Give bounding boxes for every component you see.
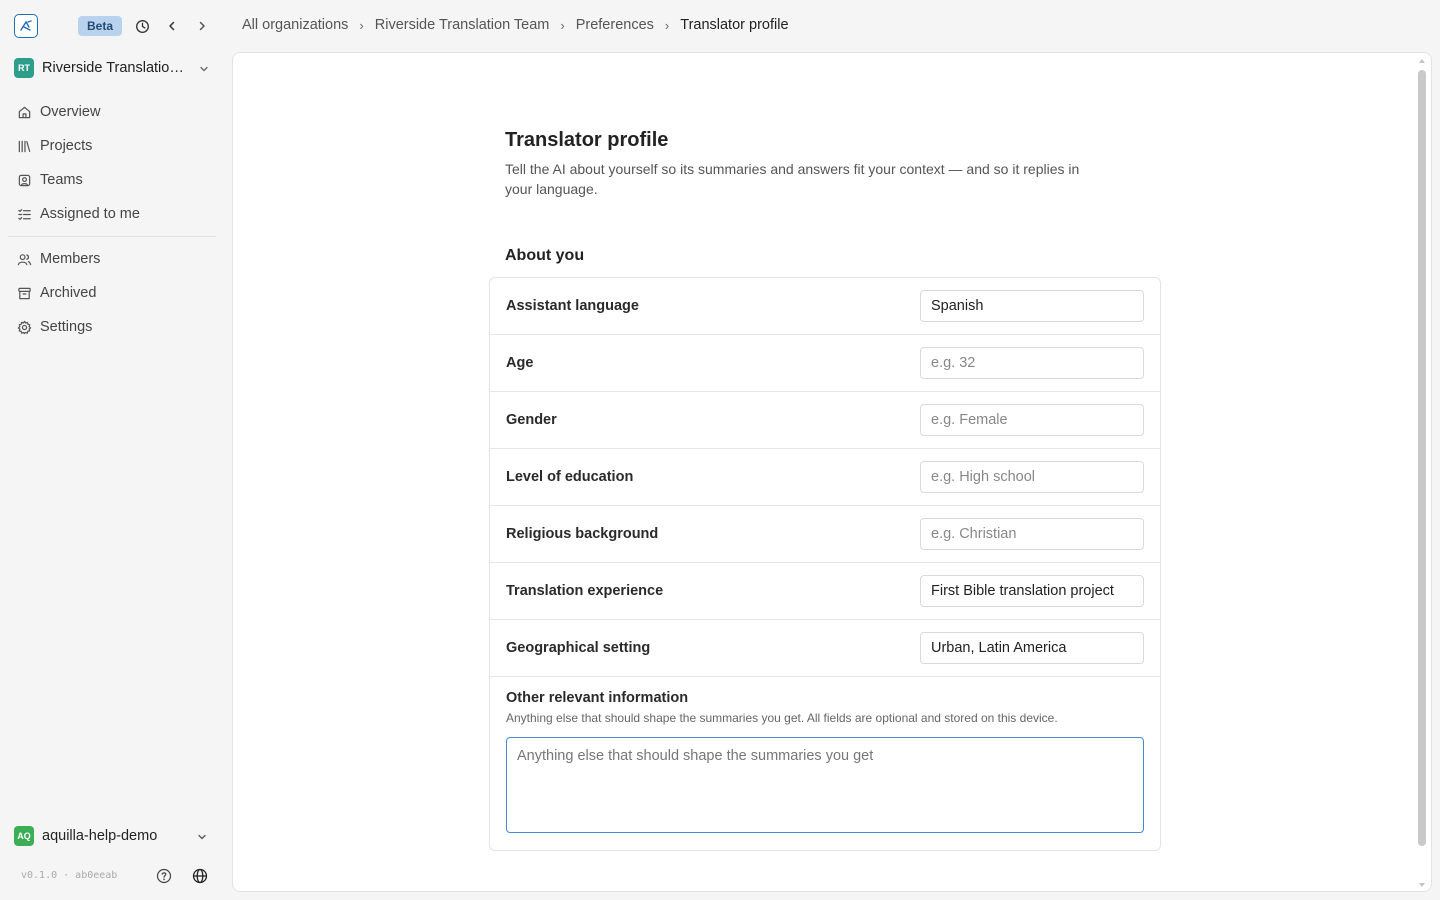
field-label: Geographical setting — [506, 640, 651, 656]
form-row-age: Age — [490, 335, 1160, 392]
other-info-textarea[interactable] — [506, 737, 1144, 833]
field-label: Level of education — [506, 469, 634, 485]
form-row-religious-background: Religious background — [490, 506, 1160, 563]
breadcrumb-all-organizations[interactable]: All organizations — [242, 17, 348, 33]
assistant-language-field[interactable] — [920, 290, 1144, 322]
org-name: Riverside Translation Team — [42, 60, 188, 76]
archive-icon — [16, 285, 32, 301]
field-label: Gender — [506, 412, 557, 428]
beta-badge: Beta — [78, 16, 123, 36]
back-arrow-icon[interactable] — [162, 16, 182, 36]
form-row-translation-experience: Translation experience — [490, 563, 1160, 620]
globe-icon[interactable] — [190, 866, 210, 886]
sidebar-item-projects[interactable]: Projects — [8, 129, 216, 163]
version-label: v0.1.0 · ab0eeab — [21, 870, 118, 881]
gender-field[interactable] — [920, 404, 1144, 436]
sidebar-item-label: Members — [40, 251, 101, 267]
org-avatar: RT — [14, 58, 34, 78]
scroll-up-icon[interactable] — [1419, 59, 1425, 63]
chevron-down-icon — [196, 830, 208, 848]
age-field[interactable] — [920, 347, 1144, 379]
breadcrumb-separator: › — [560, 17, 565, 33]
section-title: About you — [505, 247, 585, 264]
field-label: Assistant language — [506, 298, 639, 314]
form-row-assistant-language: Assistant language — [490, 278, 1160, 335]
field-label: Religious background — [506, 526, 659, 542]
sidebar-nav: Overview Projects Teams Assigned to me M… — [8, 95, 216, 344]
sidebar-item-overview[interactable]: Overview — [8, 95, 216, 129]
scrollbar[interactable] — [1417, 59, 1427, 887]
breadcrumb-separator: › — [664, 17, 670, 33]
field-label: Age — [506, 355, 534, 371]
users-icon — [16, 251, 32, 267]
library-icon — [16, 138, 32, 154]
breadcrumb-organization[interactable]: Riverside Translation Team — [375, 17, 550, 33]
app-logo-icon[interactable] — [14, 14, 38, 38]
sidebar-item-label: Settings — [40, 319, 93, 335]
history-icon[interactable] — [132, 16, 152, 36]
forward-arrow-icon[interactable] — [192, 16, 212, 36]
chevron-down-icon — [198, 62, 210, 80]
other-info-label: Other relevant information — [506, 690, 689, 706]
sidebar-item-settings[interactable]: Settings — [8, 310, 216, 344]
avatar: AQ — [14, 826, 34, 846]
sidebar-item-assigned[interactable]: Assigned to me — [8, 197, 216, 231]
page-description: Tell the AI about yourself so its summar… — [505, 161, 1080, 197]
help-icon[interactable] — [154, 866, 174, 886]
breadcrumb-separator: › — [359, 17, 364, 33]
sidebar-item-teams[interactable]: Teams — [8, 163, 216, 197]
form-row-education: Level of education — [490, 449, 1160, 506]
sidebar-item-label: Projects — [40, 138, 93, 154]
religious-background-field[interactable] — [920, 518, 1144, 550]
breadcrumb: All organizations › Riverside Translatio… — [242, 17, 789, 33]
form-row-geographical-setting: Geographical setting — [490, 620, 1160, 677]
team-icon — [16, 172, 32, 188]
main-panel: Translator profile Tell the AI about you… — [232, 52, 1432, 892]
scroll-down-icon[interactable] — [1419, 883, 1425, 887]
other-info-block: Other relevant information Anything else… — [490, 677, 1160, 838]
translation-experience-field[interactable] — [920, 575, 1144, 607]
sidebar-item-members[interactable]: Members — [8, 242, 216, 276]
gear-icon — [16, 319, 32, 335]
home-icon — [16, 104, 32, 120]
breadcrumb-current-page: Translator profile — [680, 17, 789, 33]
sidebar-item-label: Teams — [40, 172, 83, 188]
page-title: Translator profile — [505, 129, 669, 151]
user-switcher[interactable]: AQ aquilla-help-demo — [14, 826, 214, 846]
form-row-gender: Gender — [490, 392, 1160, 449]
org-switcher[interactable]: RT Riverside Translation Team — [14, 58, 214, 78]
education-field[interactable] — [920, 461, 1144, 493]
sidebar-item-archived[interactable]: Archived — [8, 276, 216, 310]
geographical-setting-field[interactable] — [920, 632, 1144, 664]
sidebar-item-label: Assigned to me — [40, 206, 140, 222]
sidebar-divider — [8, 236, 216, 237]
sidebar-item-label: Archived — [40, 285, 97, 301]
checklist-icon — [16, 206, 32, 222]
sidebar-item-label: Overview — [40, 104, 101, 120]
scrollbar-thumb[interactable] — [1418, 70, 1426, 846]
profile-form-card: Assistant language Age Gender Level of e… — [489, 277, 1161, 851]
other-info-help: Anything else that should shape the summ… — [506, 711, 1058, 725]
field-label: Translation experience — [506, 583, 664, 599]
breadcrumb-preferences[interactable]: Preferences — [576, 17, 654, 33]
user-name: aquilla-help-demo — [42, 828, 158, 844]
